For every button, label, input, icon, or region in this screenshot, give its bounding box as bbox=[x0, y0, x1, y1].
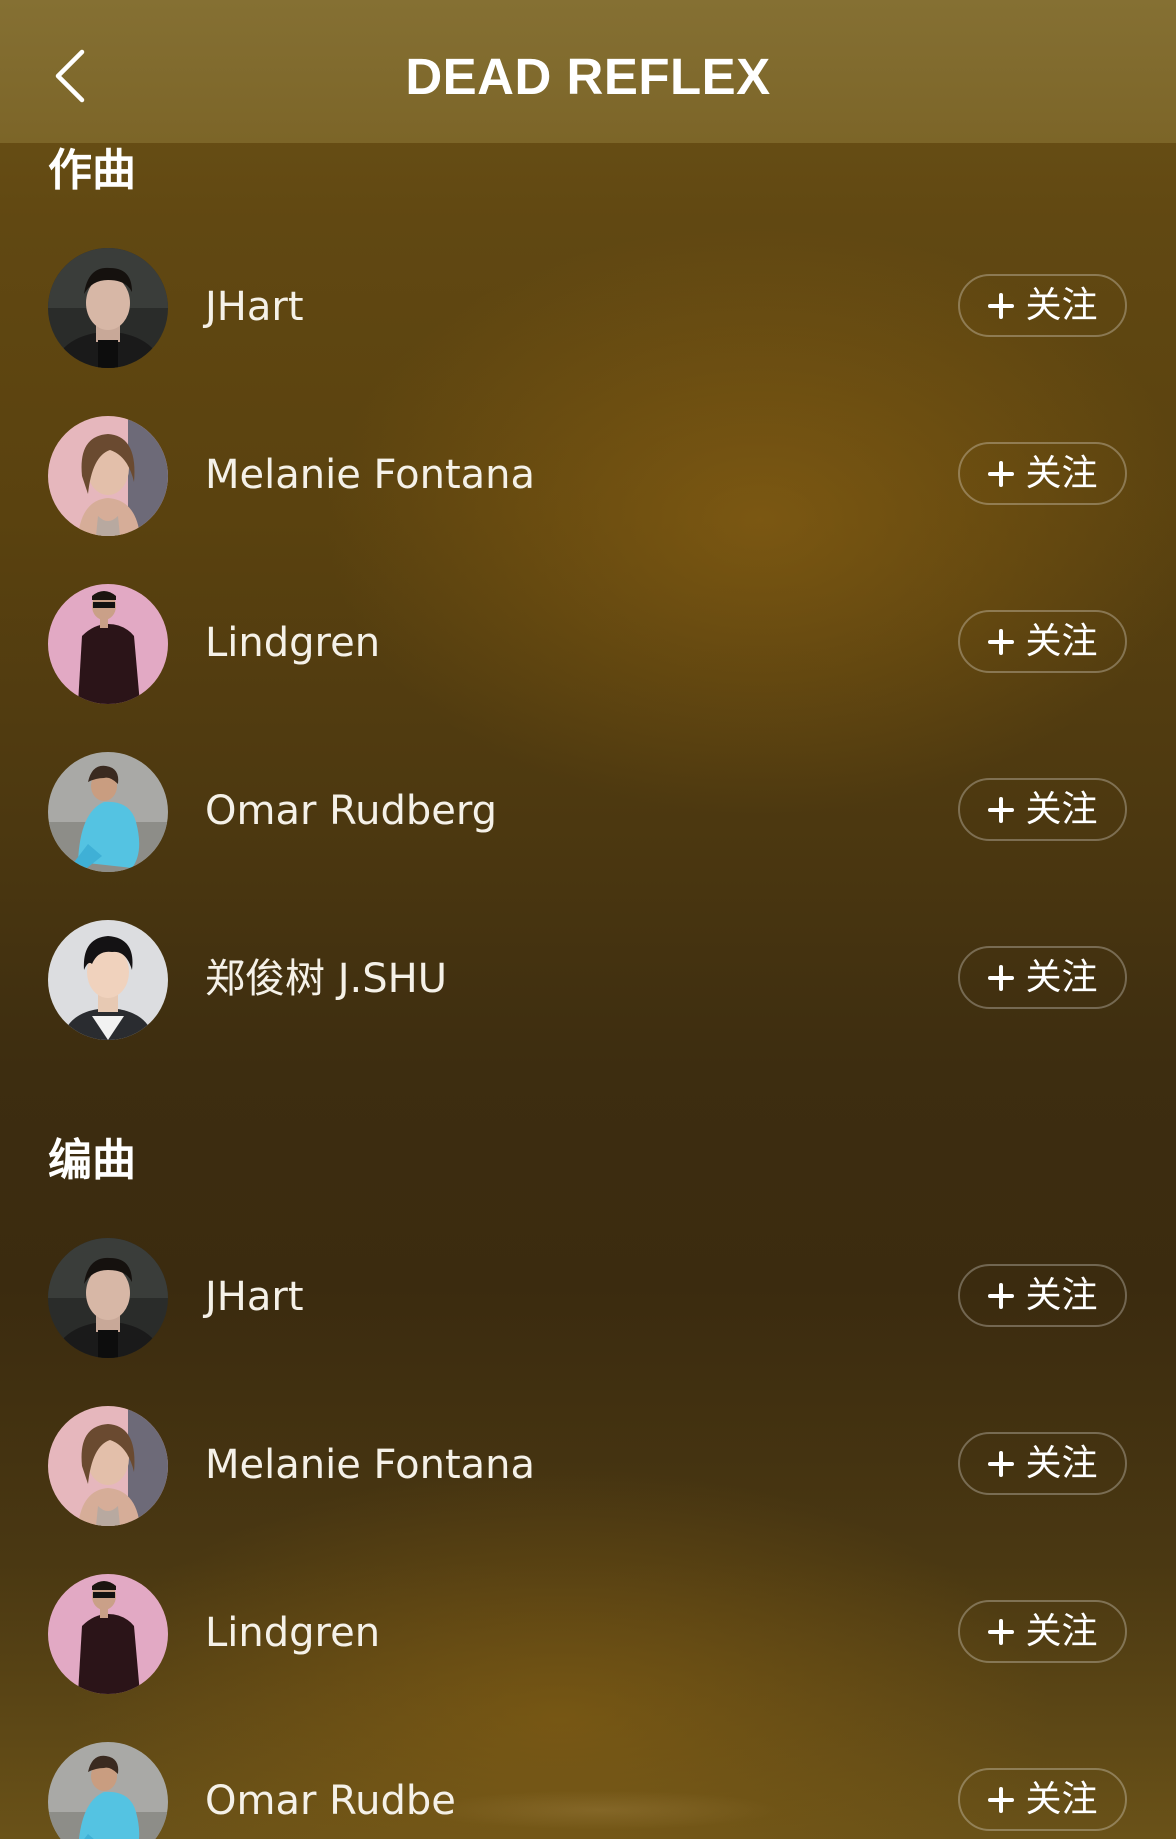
follow-button[interactable]: 关注 bbox=[958, 946, 1127, 1009]
follow-button-label: 关注 bbox=[1025, 1778, 1098, 1820]
watermark-overlay bbox=[420, 1790, 780, 1830]
avatar[interactable] bbox=[48, 1574, 168, 1694]
follow-button-label: 关注 bbox=[1025, 1274, 1098, 1316]
list-item[interactable]: Melanie Fontana 关注 bbox=[0, 1404, 1176, 1528]
section-title-arranger: 编曲 bbox=[48, 1135, 136, 1186]
list-item[interactable]: 郑俊树 J.SHU 关注 bbox=[0, 918, 1176, 1042]
avatar[interactable] bbox=[48, 752, 168, 872]
follow-button-label: 关注 bbox=[1025, 620, 1098, 662]
person-name[interactable]: JHart bbox=[205, 1270, 304, 1324]
plus-icon bbox=[987, 1786, 1015, 1814]
follow-button-label: 关注 bbox=[1025, 788, 1098, 830]
person-name[interactable]: Lindgren bbox=[205, 1606, 380, 1660]
follow-button[interactable]: 关注 bbox=[958, 1600, 1127, 1663]
list-item[interactable]: Lindgren 关注 bbox=[0, 1572, 1176, 1696]
follow-button-label: 关注 bbox=[1025, 1442, 1098, 1484]
follow-button[interactable]: 关注 bbox=[958, 1432, 1127, 1495]
plus-icon bbox=[987, 460, 1015, 488]
person-name[interactable]: 郑俊树 J.SHU bbox=[205, 952, 447, 1006]
list-item[interactable]: Lindgren 关注 bbox=[0, 582, 1176, 706]
person-name[interactable]: Omar Rudberg bbox=[205, 784, 497, 838]
list-item[interactable]: Melanie Fontana 关注 bbox=[0, 414, 1176, 538]
credits-list[interactable]: 作曲 JHart 关注 Melanie Fontana 关注 Lindgren … bbox=[0, 143, 1176, 1839]
follow-button-label: 关注 bbox=[1025, 956, 1098, 998]
person-name[interactable]: JHart bbox=[205, 280, 304, 334]
person-name[interactable]: Omar Rudbe bbox=[205, 1774, 456, 1828]
person-name[interactable]: Melanie Fontana bbox=[205, 448, 535, 502]
avatar[interactable] bbox=[48, 1742, 168, 1839]
list-item[interactable]: Omar Rudberg 关注 bbox=[0, 750, 1176, 874]
avatar[interactable] bbox=[48, 1238, 168, 1358]
plus-icon bbox=[987, 292, 1015, 320]
follow-button[interactable]: 关注 bbox=[958, 610, 1127, 673]
follow-button[interactable]: 关注 bbox=[958, 442, 1127, 505]
plus-icon bbox=[987, 796, 1015, 824]
avatar[interactable] bbox=[48, 584, 168, 704]
page-title: DEAD REFLEX bbox=[405, 48, 771, 105]
follow-button[interactable]: 关注 bbox=[958, 1264, 1127, 1327]
follow-button[interactable]: 关注 bbox=[958, 778, 1127, 841]
avatar[interactable] bbox=[48, 1406, 168, 1526]
plus-icon bbox=[987, 628, 1015, 656]
person-name[interactable]: Lindgren bbox=[205, 616, 380, 670]
top-bar: DEAD REFLEX bbox=[0, 0, 1176, 143]
follow-button-label: 关注 bbox=[1025, 284, 1098, 326]
avatar[interactable] bbox=[48, 248, 168, 368]
plus-icon bbox=[987, 1450, 1015, 1478]
list-item[interactable]: JHart 关注 bbox=[0, 246, 1176, 370]
avatar[interactable] bbox=[48, 920, 168, 1040]
section-title-composer: 作曲 bbox=[48, 145, 136, 196]
plus-icon bbox=[987, 964, 1015, 992]
plus-icon bbox=[987, 1282, 1015, 1310]
follow-button-label: 关注 bbox=[1025, 1610, 1098, 1652]
list-item[interactable]: JHart 关注 bbox=[0, 1236, 1176, 1360]
avatar[interactable] bbox=[48, 416, 168, 536]
plus-icon bbox=[987, 1618, 1015, 1646]
follow-button-label: 关注 bbox=[1025, 452, 1098, 494]
follow-button[interactable]: 关注 bbox=[958, 1768, 1127, 1831]
person-name[interactable]: Melanie Fontana bbox=[205, 1438, 535, 1492]
follow-button[interactable]: 关注 bbox=[958, 274, 1127, 337]
